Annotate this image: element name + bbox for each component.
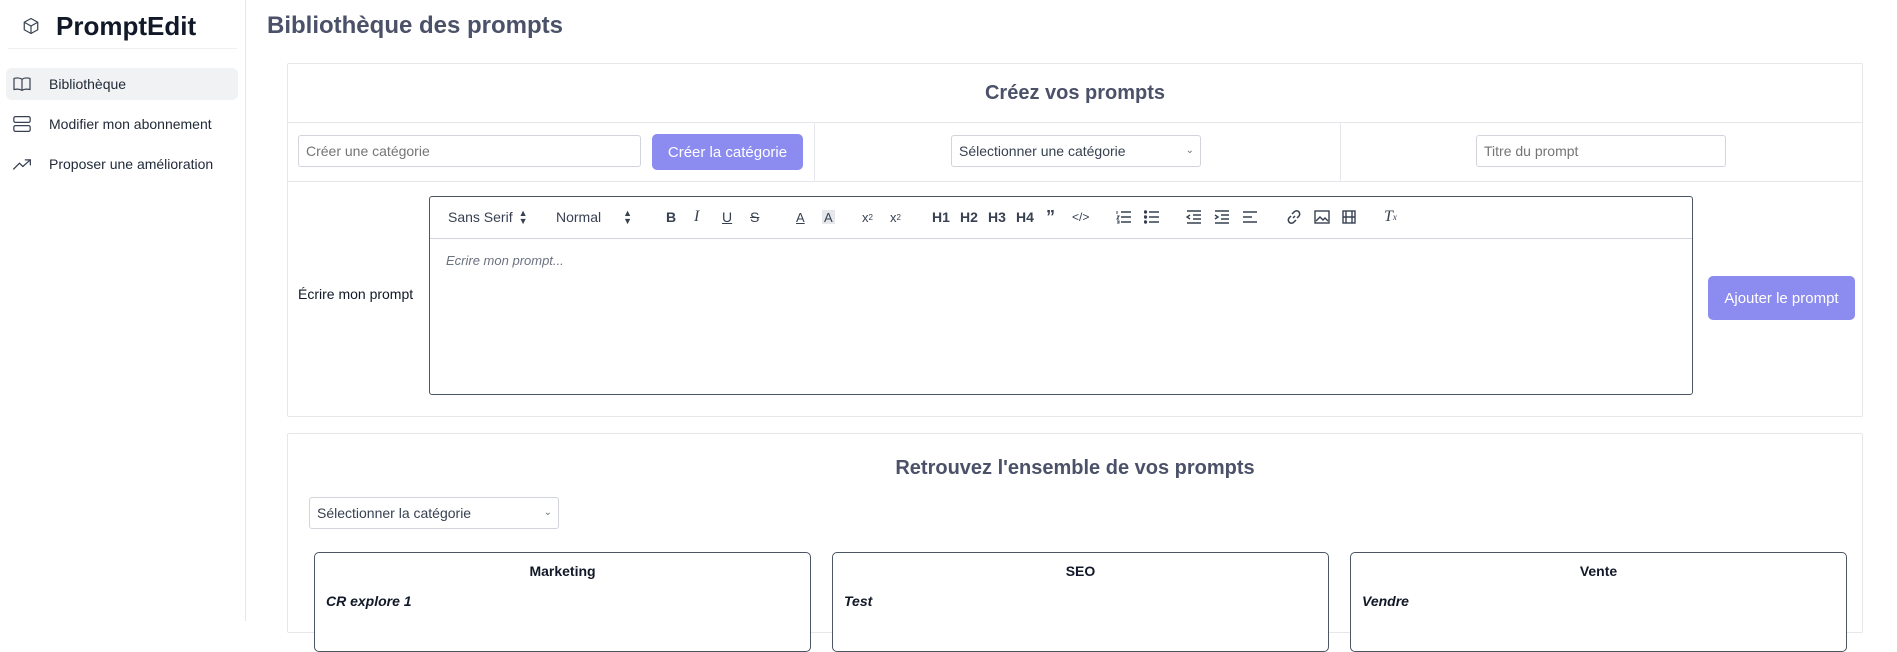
divider [288, 181, 1862, 182]
clear-format-icon[interactable]: Tx [1384, 207, 1397, 227]
font-size-value: Normal [556, 209, 602, 225]
sidebar-divider [8, 48, 237, 49]
page-title: Bibliothèque des prompts [267, 12, 564, 39]
font-family-select[interactable]: Sans Serif ▲ ▼ [448, 207, 528, 227]
prompt-item[interactable]: Test [844, 593, 872, 609]
heading1-icon[interactable]: H1 [932, 207, 950, 227]
heading3-icon[interactable]: H3 [988, 207, 1006, 227]
updown-icon: ▲ ▼ [518, 208, 528, 226]
code-icon[interactable]: </> [1072, 207, 1089, 227]
chevron-down-icon: ⌄ [543, 507, 552, 518]
category-title: Marketing [529, 563, 596, 579]
create-category-button[interactable]: Créer la catégorie [652, 134, 803, 170]
sidebar: PromptEdit Bibliothèque Modifier mon abo… [0, 0, 246, 621]
new-category-input[interactable] [298, 135, 641, 167]
sidebar-item-label: Bibliothèque [49, 76, 127, 92]
image-icon[interactable] [1314, 207, 1330, 227]
background-color-icon[interactable]: A [822, 210, 835, 225]
library-category-select[interactable]: Sélectionner la catégorie ⌄ [309, 497, 559, 529]
library-card: Retrouvez l'ensemble de vos prompts Séle… [287, 433, 1863, 652]
underline-icon[interactable]: U [722, 207, 732, 227]
font-family-value: Sans Serif [448, 209, 513, 225]
font-size-select[interactable]: Normal ▲ ▼ [556, 207, 632, 227]
indent-icon[interactable] [1214, 207, 1230, 227]
bold-icon[interactable]: B [666, 207, 676, 227]
divider [288, 122, 1862, 123]
category-card-marketing: Marketing CR explore 1 [314, 552, 811, 652]
heading2-icon[interactable]: H2 [960, 207, 978, 227]
server-stack-icon [10, 114, 34, 134]
category-card-vente: Vente Vendre [1350, 552, 1847, 652]
prompt-item[interactable]: Vendre [1362, 593, 1409, 609]
write-prompt-label: Écrire mon prompt [298, 286, 414, 302]
sidebar-item-label: Proposer une amélioration [49, 156, 214, 172]
italic-icon[interactable]: I [694, 207, 699, 227]
ordered-list-icon[interactable] [1116, 207, 1132, 227]
divider [1340, 122, 1341, 181]
library-category-value: Sélectionner la catégorie [317, 505, 472, 521]
prompt-title-input[interactable] [1476, 135, 1726, 167]
category-select[interactable]: Sélectionner une catégorie ⌄ [951, 135, 1201, 167]
create-prompt-card: Créez vos prompts Créer la catégorie Sél… [287, 63, 1863, 417]
blockquote-icon[interactable]: ” [1046, 207, 1055, 227]
align-icon[interactable] [1242, 207, 1258, 227]
heading4-icon[interactable]: H4 [1016, 207, 1034, 227]
book-open-icon [10, 74, 34, 94]
category-title: Vente [1579, 563, 1618, 579]
sidebar-item-amelioration[interactable]: Proposer une amélioration [6, 148, 238, 180]
chevron-down-icon: ⌄ [1185, 145, 1194, 156]
trending-up-icon [10, 154, 34, 174]
bullet-list-icon[interactable] [1144, 207, 1160, 227]
category-card-seo: SEO Test [832, 552, 1329, 652]
brand[interactable]: PromptEdit [20, 6, 196, 46]
library-section-title: Retrouvez l'ensemble de vos prompts [895, 457, 1255, 479]
editor-toolbar: Sans Serif ▲ ▼ Normal ▲ ▼ B I U S A A x2 x… [430, 197, 1692, 239]
cube-icon [20, 15, 42, 37]
add-prompt-button[interactable]: Ajouter le prompt [1708, 276, 1855, 320]
outdent-icon[interactable] [1186, 207, 1202, 227]
prompt-item[interactable]: CR explore 1 [326, 593, 412, 609]
link-icon[interactable] [1286, 207, 1302, 227]
prompt-editor[interactable]: Sans Serif ▲ ▼ Normal ▲ ▼ B I U S A A x2 x… [429, 196, 1693, 395]
strike-icon[interactable]: S [750, 207, 759, 227]
video-icon[interactable] [1342, 207, 1356, 227]
superscript-icon[interactable]: x2 [862, 207, 873, 227]
sidebar-item-label: Modifier mon abonnement [49, 116, 212, 132]
create-section-title: Créez vos prompts [984, 82, 1166, 104]
text-color-icon[interactable]: A [796, 207, 805, 227]
subscript-icon[interactable]: x2 [890, 207, 901, 227]
sidebar-item-abonnement[interactable]: Modifier mon abonnement [6, 108, 238, 140]
divider [814, 122, 815, 181]
editor-placeholder: Ecrire mon prompt... [446, 253, 564, 268]
app-name: PromptEdit [56, 10, 197, 41]
sidebar-nav: Bibliothèque Modifier mon abonnement Pro… [6, 68, 238, 188]
updown-icon: ▲ ▼ [623, 208, 633, 226]
sidebar-item-bibliotheque[interactable]: Bibliothèque [6, 68, 238, 100]
category-select-value: Sélectionner une catégorie [959, 143, 1126, 159]
category-title: SEO [1065, 563, 1096, 579]
